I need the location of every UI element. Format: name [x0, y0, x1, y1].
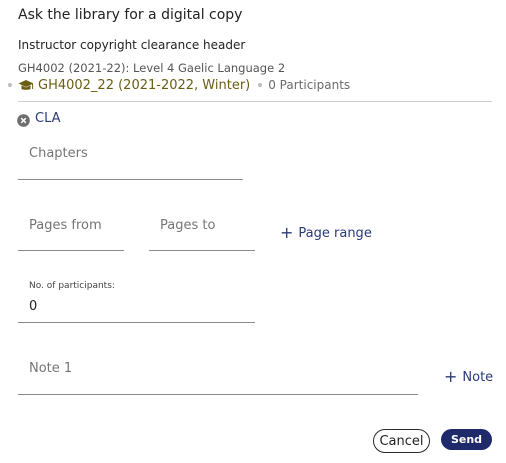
- pages-to-field[interactable]: Pages to: [149, 210, 255, 251]
- pages-from-label: Pages from: [29, 218, 102, 233]
- course-info-row: GH4002_22 (2021-2022, Winter) 0 Particip…: [8, 76, 350, 94]
- remove-circle-icon[interactable]: [17, 112, 30, 127]
- participants-value: 0: [29, 299, 38, 314]
- chapters-underline: [18, 179, 243, 180]
- participants-underline: [18, 322, 255, 323]
- participants-label: No. of participants:: [29, 281, 115, 291]
- chapters-field[interactable]: Chapters: [18, 138, 243, 180]
- chapters-label: Chapters: [29, 146, 88, 161]
- tag-label: CLA: [35, 110, 61, 126]
- pages-from-underline: [18, 250, 124, 251]
- bullet-separator: [258, 83, 263, 87]
- add-page-range-button[interactable]: + Page range: [280, 225, 372, 241]
- cancel-button[interactable]: Cancel: [373, 429, 430, 453]
- pages-to-underline: [149, 250, 255, 251]
- add-page-range-label: Page range: [298, 225, 372, 241]
- section-heading: Instructor copyright clearance header: [18, 38, 246, 52]
- tag-cla[interactable]: CLA: [17, 110, 61, 127]
- participants-field[interactable]: No. of participants: 0: [18, 277, 255, 323]
- add-note-button[interactable]: + Note: [444, 369, 493, 385]
- course-line: GH4002 (2021-22): Level 4 Gaelic Languag…: [18, 61, 286, 75]
- send-button[interactable]: Send: [441, 429, 492, 450]
- note-underline: [18, 394, 418, 395]
- digital-copy-request-dialog: Ask the library for a digital copy Instr…: [0, 0, 506, 463]
- participants-count: 0 Participants: [268, 78, 351, 92]
- plus-icon: +: [280, 223, 294, 242]
- add-note-label: Note: [462, 369, 494, 385]
- pages-to-label: Pages to: [160, 218, 216, 233]
- dialog-title: Ask the library for a digital copy: [18, 7, 243, 23]
- pages-from-field[interactable]: Pages from: [18, 210, 124, 251]
- bullet-separator: [8, 83, 12, 87]
- graduation-cap-icon: [18, 78, 34, 92]
- divider: [18, 101, 492, 102]
- plus-icon: +: [444, 367, 458, 386]
- course-name: GH4002_22 (2021-2022, Winter): [38, 77, 251, 93]
- note-label: Note 1: [29, 361, 73, 376]
- note-field[interactable]: Note 1: [18, 353, 418, 395]
